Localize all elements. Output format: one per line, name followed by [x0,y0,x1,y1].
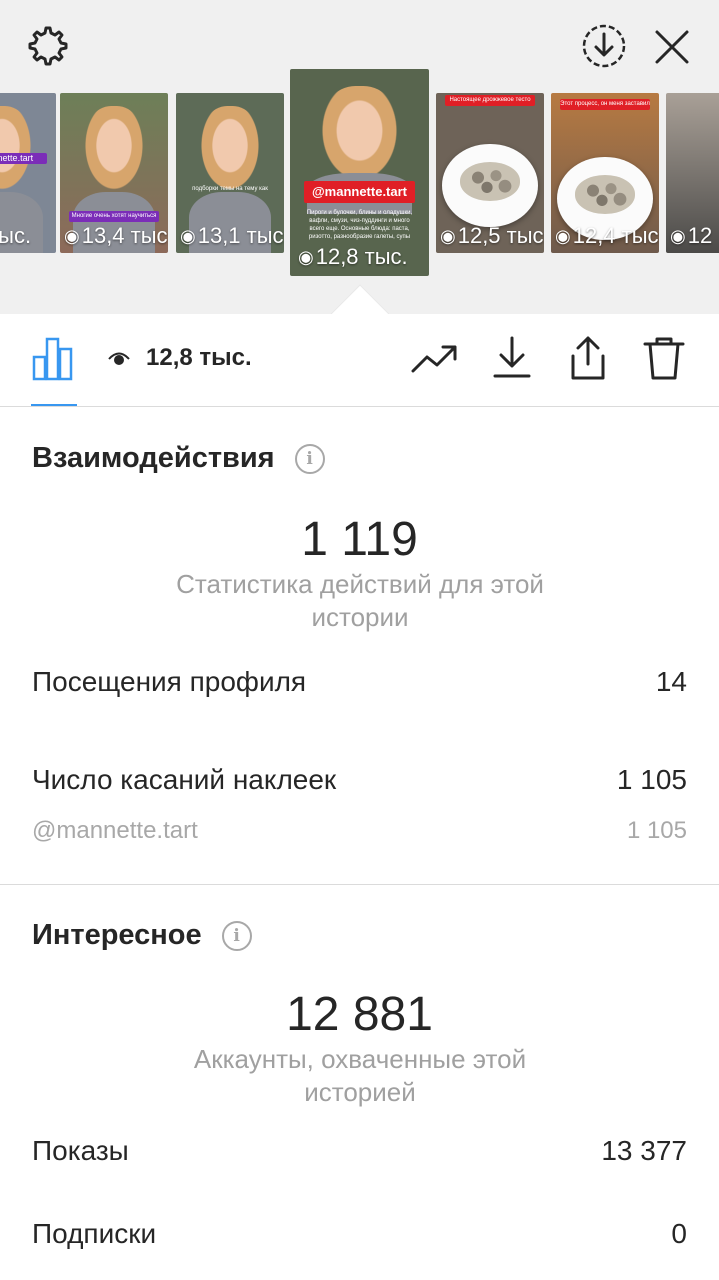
story-strip-area: @mannette.tart ◉6 тыс. Многие очень хотя… [0,0,719,314]
interactions-section: Взаимодействия i 1 119 Статистика действ… [0,408,719,884]
story-views: ◉ 12 [670,223,713,248]
stat-label: @mannette.tart [32,817,198,844]
info-icon[interactable]: i [221,920,252,951]
story-thumbnail-current[interactable]: @mannette.tart Пироги и булочки, блины и… [290,69,429,276]
story-view-count: 12,8 тыс. [108,344,252,372]
eye-icon: ◉ [440,225,456,246]
discovery-header: Интересное i [32,919,252,952]
discovery-section: Интересное i 12 881 Аккаунты, охваченные… [0,885,719,1280]
stat-row-profile-visits: Посещения профиля 14 [32,666,687,698]
stat-row-impressions: Показы 13 377 [32,1135,687,1167]
eye-icon: ◉ [298,246,314,267]
bar-chart-icon [30,335,76,386]
story-sticker: @mannette.tart [0,153,48,164]
story-views: ◉ 12,5 тыс. [440,223,544,248]
eye-icon: ◉ [64,225,80,246]
story-views: ◉ 13,1 тыс. [180,223,284,248]
stat-label: Посещения профиля [32,666,307,697]
trend-icon [411,343,459,380]
discovery-subtitle: Аккаунты, охваченные этой историей [193,1044,527,1107]
stat-label: Показы [32,1135,129,1166]
section-title: Взаимодействия [32,442,275,474]
eye-icon: ◉ [555,225,571,246]
stat-value: 0 [671,1218,687,1249]
story-mention-tag: @mannette.tart [303,181,416,203]
interactions-total: 1 119 [301,513,418,566]
story-sticker: Этот процесс, он меня заставил [559,99,651,110]
stat-row-sticker-taps: Число касаний наклеек 1 105 [32,764,687,796]
story-thumbnail[interactable]: Этот процесс, он меня заставил ◉ 12,4 тыс… [551,93,659,253]
interactions-subtitle: Статистика действий для этой истории [176,569,544,632]
section-title: Интересное [32,919,202,951]
eye-icon: ◉ [670,225,686,246]
stat-subrow-mention: @mannette.tart 1 105 [32,817,687,845]
story-views: ◉ 12,8 тыс. [298,244,408,269]
active-tab-indicator [31,404,77,406]
eye-icon [108,350,130,366]
story-views: ◉ 13,4 тыс. [64,223,168,248]
story-views: ◉6 тыс. [0,223,32,248]
stat-value: 1 105 [626,817,687,844]
story-caption: подборки темы на тему как [192,186,268,192]
info-icon[interactable]: i [294,443,325,474]
insights-toolbar: 12,8 тыс. [0,314,719,407]
eye-icon: ◉ [180,225,196,246]
story-views: ◉ 12,4 тыс. [555,223,659,248]
story-thumbnail[interactable]: ◉ 12 [666,93,719,253]
promote-button[interactable] [410,338,460,384]
story-thumbnail[interactable]: Настоящее дрожжевое тесто ◉ 12,5 тыс. [436,93,544,253]
share-icon [567,334,609,387]
story-thumbnail[interactable]: Многие очень хотят научиться ◉ 13,4 тыс. [60,93,168,253]
stat-label: Число касаний наклеек [32,764,337,795]
story-thumbnail[interactable]: @mannette.tart ◉6 тыс. [0,93,56,253]
share-button[interactable] [564,334,612,386]
stat-value: 14 [655,666,687,697]
interactions-header: Взаимодействия i [32,442,325,475]
story-thumbnails: @mannette.tart ◉6 тыс. Многие очень хотя… [0,0,719,314]
stat-row-follows: Подписки 0 [32,1218,687,1250]
trash-icon [643,334,685,387]
view-count-value: 12,8 тыс. [146,344,252,371]
discovery-total: 12 881 [286,988,433,1041]
story-thumbnail[interactable]: подборки темы на тему как ◉ 13,1 тыс. [176,93,284,253]
download-icon [492,334,532,385]
insights-tab-button[interactable] [28,334,78,386]
story-caption: Пироги и булочки, блины и оладушки, вафл… [306,210,413,240]
stat-value: 1 105 [616,764,687,795]
download-button[interactable] [488,334,536,384]
story-sticker: Настоящее дрожжевое тесто [444,95,536,106]
delete-button[interactable] [640,334,688,386]
stat-value: 13 377 [601,1135,687,1166]
story-sticker: Многие очень хотят научиться [68,211,160,222]
stat-label: Подписки [32,1218,157,1249]
